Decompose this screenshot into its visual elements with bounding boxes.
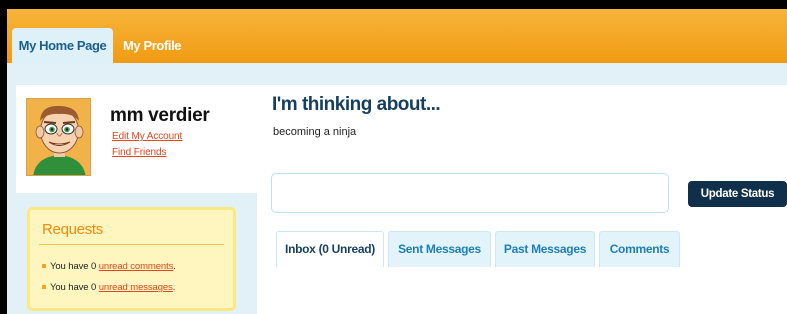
update-status-button[interactable]: Update Status <box>688 181 787 207</box>
tab-my-home-page[interactable]: My Home Page <box>12 28 113 63</box>
edit-my-account-link[interactable]: Edit My Account <box>112 131 182 142</box>
requests-divider <box>39 244 224 245</box>
unread-comments-link[interactable]: unread comments <box>99 261 174 272</box>
page-content: mm verdier Edit My Account Find Friends … <box>7 63 787 314</box>
request-suffix: . <box>173 261 176 272</box>
bullet-icon <box>42 264 46 269</box>
request-item: You have 0 unread messages. <box>42 282 175 293</box>
status-input[interactable] <box>271 173 669 213</box>
request-text: You have 0 <box>50 282 99 293</box>
find-friends-link[interactable]: Find Friends <box>112 147 166 158</box>
bullet-icon <box>42 285 46 290</box>
top-navigation-bar: My Home Page My Profile <box>7 9 787 63</box>
avatar-cartoon-face-icon <box>27 99 90 175</box>
request-suffix: . <box>172 282 176 293</box>
unread-messages-link[interactable]: unread messages <box>99 282 173 293</box>
avatar[interactable] <box>26 98 91 176</box>
requests-panel: Requests You have 0 unread comments. You… <box>27 207 236 311</box>
main-panel: I'm thinking about... becoming a ninja U… <box>257 85 787 314</box>
user-name: mm verdier <box>110 105 210 126</box>
request-text: You have 0 <box>50 261 99 272</box>
request-item: You have 0 unread comments. <box>42 261 176 272</box>
window-frame-top <box>0 0 787 9</box>
window-frame-left <box>0 0 7 314</box>
status-heading: I'm thinking about... <box>272 94 441 115</box>
tab-sent-messages[interactable]: Sent Messages <box>388 231 491 267</box>
current-status-text: becoming a ninja <box>273 126 357 138</box>
message-tabs: Inbox (0 Unread) Sent Messages Past Mess… <box>276 231 787 314</box>
tab-comments[interactable]: Comments <box>599 231 680 267</box>
tab-past-messages[interactable]: Past Messages <box>495 231 595 267</box>
tab-my-profile[interactable]: My Profile <box>123 28 182 63</box>
requests-title: Requests <box>42 221 103 238</box>
tab-inbox[interactable]: Inbox (0 Unread) <box>276 231 384 267</box>
profile-card: mm verdier Edit My Account Find Friends <box>16 85 257 193</box>
